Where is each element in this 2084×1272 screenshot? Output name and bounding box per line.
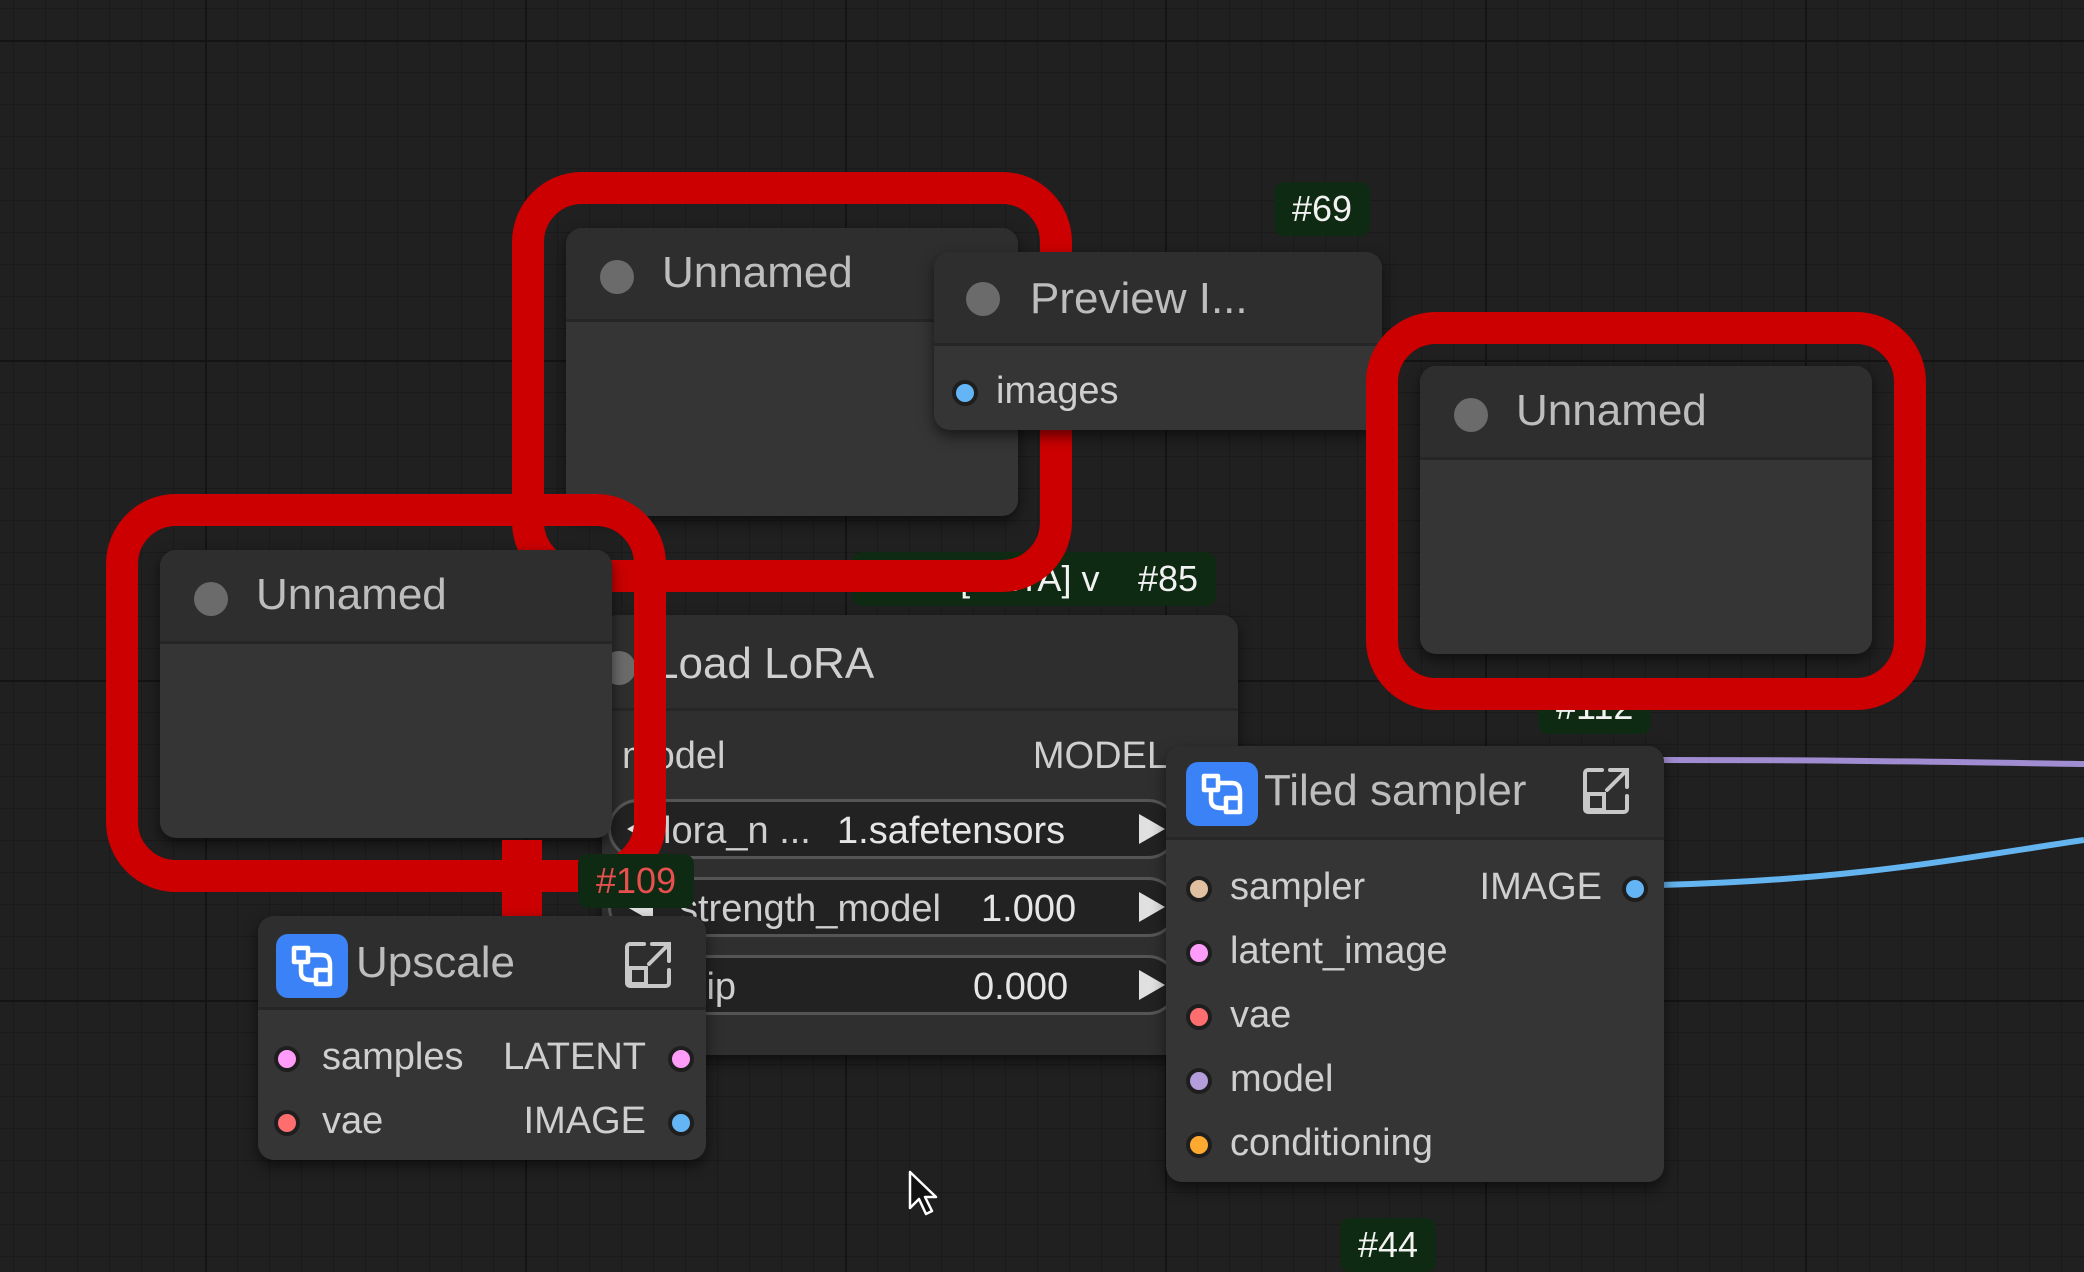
link-purple[interactable]	[1659, 757, 2084, 767]
vae-input-label: vae	[1230, 994, 1292, 1036]
node-id-badge-142: #142 [BETA] ᴠ	[852, 552, 1148, 606]
node-header[interactable]: Upscale	[258, 916, 706, 1010]
node-header[interactable]: Unnamed	[1420, 366, 1872, 460]
images-input-socket[interactable]	[952, 380, 978, 406]
latent-input-label: latent_image	[1230, 930, 1448, 972]
image-output-socket[interactable]	[668, 1110, 694, 1136]
subgraph-icon	[276, 934, 348, 998]
node-title: Tiled sampler	[1264, 766, 1527, 815]
node-id-badge-69: #69	[1274, 182, 1371, 236]
subgraph-icon	[1186, 762, 1258, 826]
node-id-badge-44: #44	[1340, 1218, 1437, 1272]
collapse-dot[interactable]	[194, 582, 228, 616]
widget-value: 1.safetensors	[837, 810, 1066, 852]
preview-image-node[interactable]: Preview I... images	[934, 252, 1382, 430]
collapse-dot[interactable]	[1454, 398, 1488, 432]
image-output-label: IMAGE	[1479, 866, 1602, 908]
widget-label: strength_model	[679, 888, 941, 930]
open-subgraph-icon[interactable]	[622, 938, 676, 992]
load-lora-output-model: MODEL	[1032, 735, 1168, 777]
node-title: Unnamed	[256, 570, 447, 619]
samples-input-label: samples	[322, 1036, 464, 1078]
model-input-socket[interactable]	[1186, 1068, 1212, 1094]
latent-input-socket[interactable]	[1186, 940, 1212, 966]
upscale-node[interactable]: Upscale samples LATENT vae IMAGE	[258, 916, 706, 1160]
latent-output-socket[interactable]	[668, 1046, 694, 1072]
conditioning-input-socket[interactable]	[1186, 1132, 1212, 1158]
vae-input-socket[interactable]	[274, 1110, 300, 1136]
samples-input-socket[interactable]	[274, 1046, 300, 1072]
node-title: Upscale	[356, 938, 515, 987]
node-id-badge-109: #109	[578, 854, 695, 908]
latent-output-label: LATENT	[503, 1036, 646, 1078]
node-header[interactable]: Preview I...	[934, 252, 1382, 346]
vae-input-label: vae	[322, 1100, 384, 1142]
tiled-sampler-node[interactable]: Tiled sampler sampler IMAGE latent_image…	[1166, 746, 1664, 1182]
model-input-label: model	[1230, 1058, 1334, 1100]
load-lora-header[interactable]: Load LoRA	[602, 615, 1238, 711]
sampler-input-label: sampler	[1230, 866, 1366, 908]
conditioning-input-label: conditioning	[1230, 1122, 1433, 1164]
unnamed-group-node-left[interactable]: Unnamed	[160, 550, 612, 838]
decrement-icon[interactable]	[627, 814, 653, 844]
collapse-dot[interactable]	[966, 282, 1000, 316]
widget-value: 0.000	[973, 966, 1069, 1008]
load-lora-title: Load LoRA	[654, 639, 875, 688]
node-id-badge-112: #112	[1538, 680, 1652, 734]
images-input-label: images	[996, 370, 1119, 412]
mouse-cursor-icon	[908, 1170, 938, 1216]
node-header[interactable]: Unnamed	[160, 550, 612, 644]
node-title: Unnamed	[1516, 386, 1707, 435]
vae-input-socket[interactable]	[1186, 1004, 1212, 1030]
unnamed-group-node-right[interactable]: Unnamed	[1420, 366, 1872, 654]
image-output-label: IMAGE	[523, 1100, 646, 1142]
lora-name-widget[interactable]: lora_n ... 1.safetensors	[608, 799, 1178, 859]
node-title: Unnamed	[662, 248, 853, 297]
load-lora-input-model: model	[622, 735, 726, 777]
node-id-badge-85: #85	[1120, 552, 1217, 606]
image-output-socket[interactable]	[1622, 876, 1648, 902]
widget-value: 1.000	[981, 888, 1077, 930]
increment-icon[interactable]	[1139, 892, 1165, 922]
collapse-dot[interactable]	[600, 260, 634, 294]
selection-outline-left-stub	[502, 840, 542, 916]
increment-icon[interactable]	[1139, 970, 1165, 1000]
node-header[interactable]: Tiled sampler	[1166, 746, 1664, 840]
increment-icon[interactable]	[1139, 814, 1165, 844]
link-blue[interactable]	[1659, 837, 2084, 888]
widget-label: lora_n ...	[663, 810, 811, 852]
open-subgraph-icon[interactable]	[1580, 764, 1634, 818]
sampler-input-socket[interactable]	[1186, 876, 1212, 902]
node-title: Preview I...	[1030, 274, 1248, 323]
